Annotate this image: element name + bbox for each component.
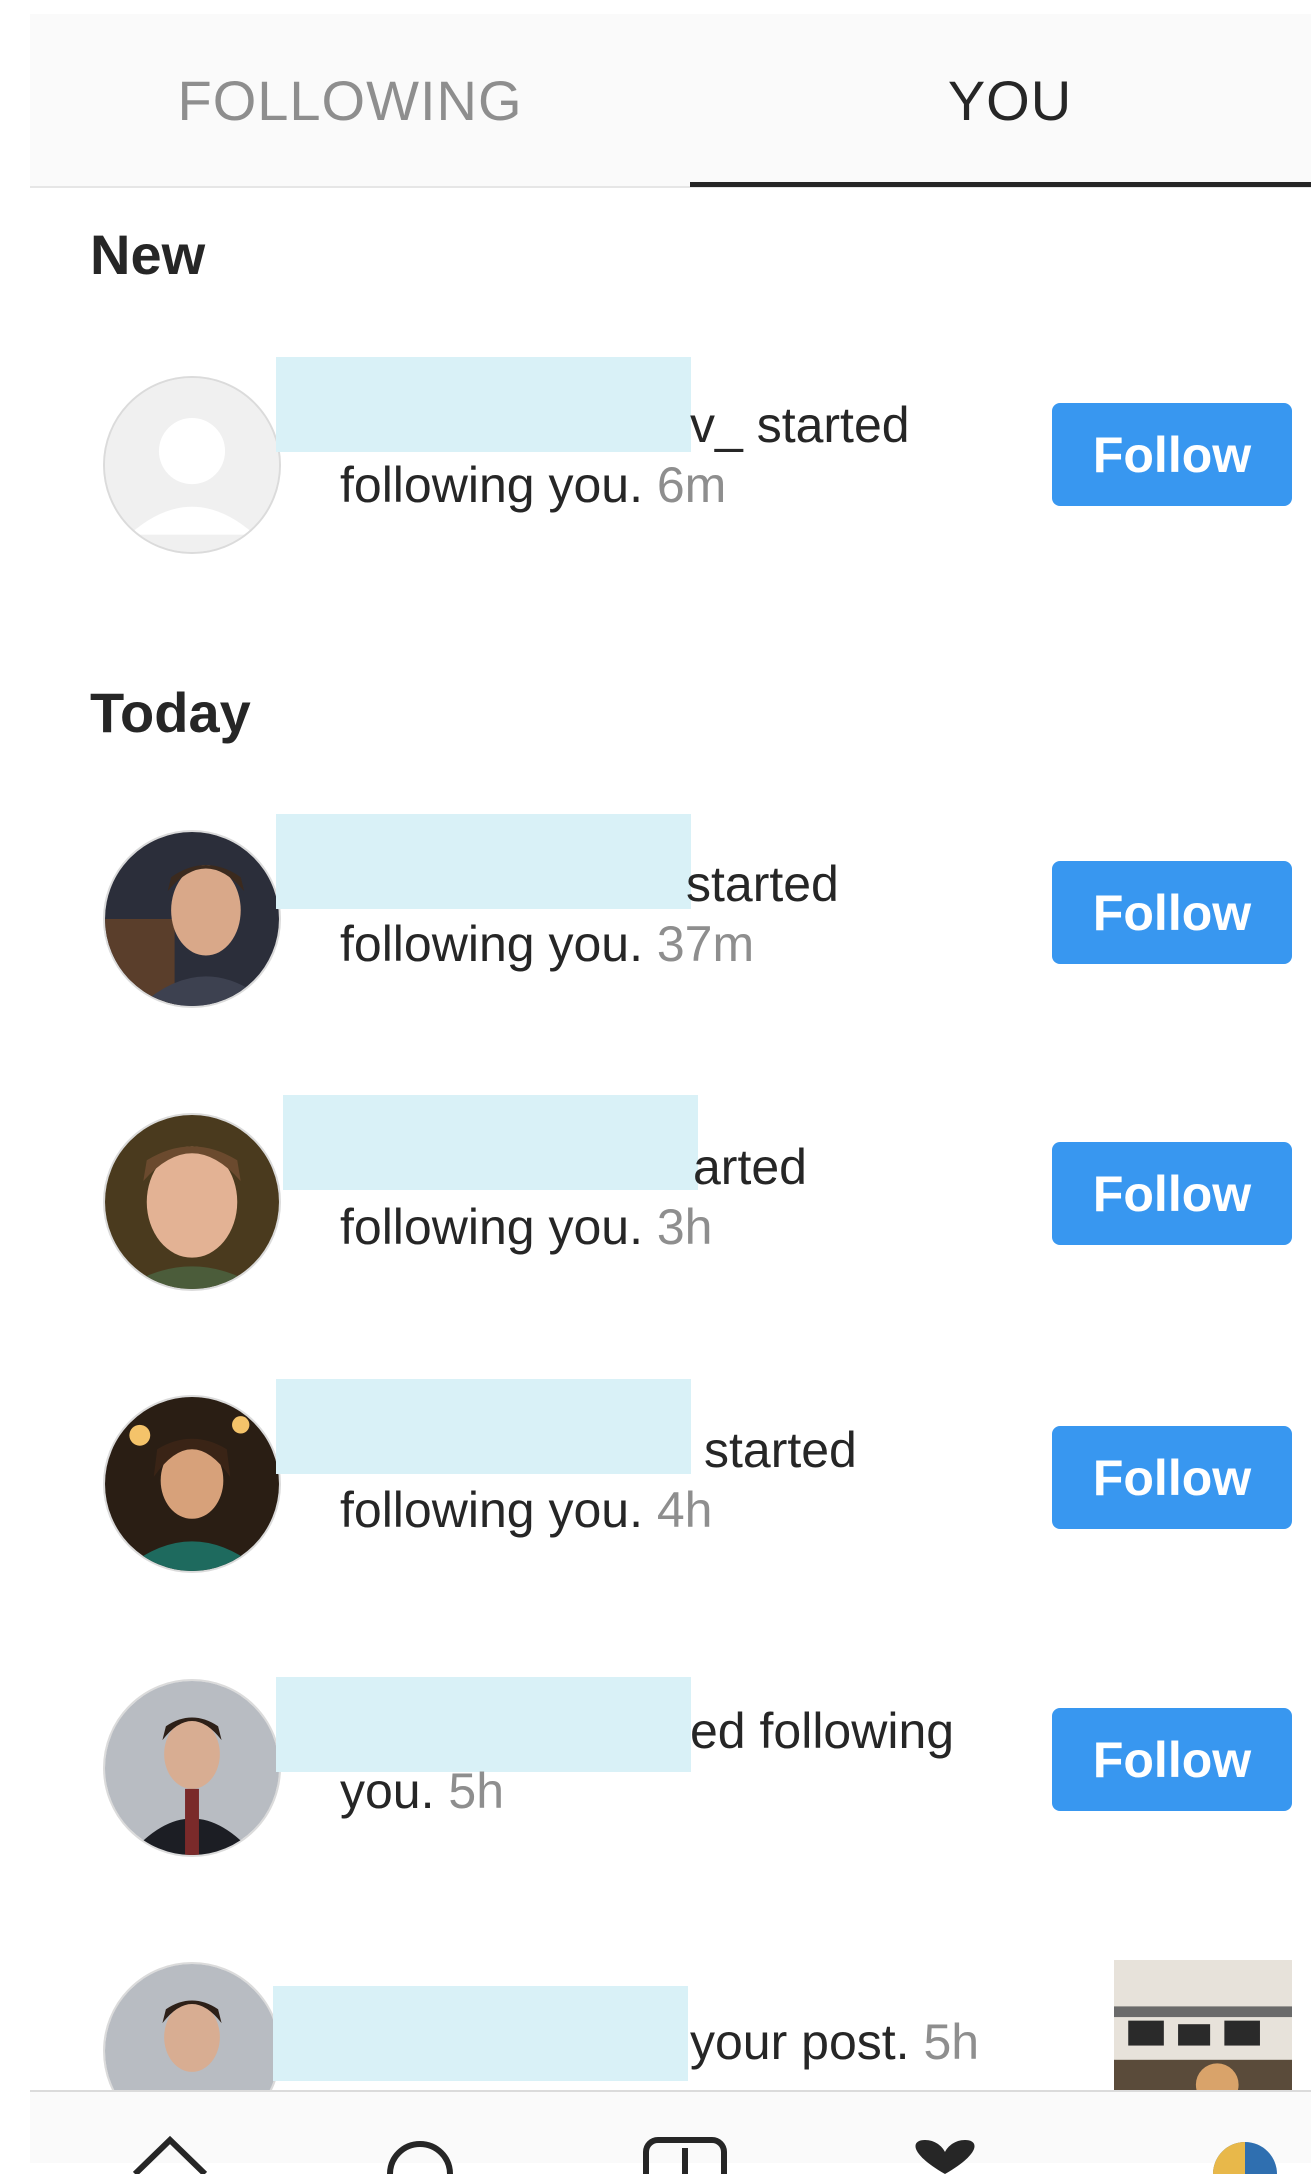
follow-button[interactable]: Follow	[1052, 1426, 1292, 1529]
add-post-icon[interactable]	[640, 2134, 730, 2179]
notification-row[interactable]: v_ started following you. 6m Follow	[0, 357, 1311, 570]
section-title-today: Today	[90, 681, 251, 744]
redacted-username	[276, 1677, 691, 1772]
notification-text-line2: following you. 6m	[340, 457, 727, 513]
home-icon[interactable]	[125, 2134, 215, 2177]
activity-tabs: FOLLOWING YOU	[30, 14, 1311, 188]
notification-time: 3h	[656, 1199, 713, 1255]
user-avatar[interactable]	[103, 1962, 281, 2090]
notification-row[interactable]: started following you. 37m Follow	[0, 814, 1311, 1030]
tab-you[interactable]: YOU	[690, 14, 1311, 186]
tab-active-indicator	[690, 182, 1311, 187]
notification-row[interactable]: started following you. 4h Follow	[0, 1379, 1311, 1595]
redacted-username	[273, 1986, 688, 2081]
notification-row[interactable]: ed following you. 5h Follow	[0, 1677, 1311, 1879]
notification-text-line1: started	[686, 856, 839, 912]
notification-text-line2: following you. 4h	[340, 1482, 713, 1538]
notification-text-line1: ed following	[690, 1703, 955, 1759]
section-title-new: New	[90, 223, 206, 286]
notification-row[interactable]: arted following you. 3h Follow	[0, 1095, 1311, 1313]
redacted-username	[276, 814, 691, 909]
search-icon[interactable]	[375, 2134, 465, 2179]
user-avatar[interactable]	[103, 1679, 281, 1857]
notification-row[interactable]: your post. 5h	[0, 1960, 1311, 2090]
heart-icon[interactable]	[900, 2134, 990, 2174]
notification-time: 5h	[923, 2014, 980, 2070]
follow-button[interactable]: Follow	[1052, 861, 1292, 964]
redacted-username	[276, 1379, 691, 1474]
follow-button[interactable]: Follow	[1052, 1142, 1292, 1245]
post-thumbnail[interactable]	[1114, 1960, 1292, 2090]
redacted-username	[283, 1095, 698, 1190]
user-avatar[interactable]	[103, 830, 281, 1008]
notification-time: 4h	[656, 1482, 713, 1538]
user-avatar[interactable]	[103, 1395, 281, 1573]
default-avatar-icon[interactable]	[103, 376, 281, 554]
notification-text-line2: following you. 37m	[340, 916, 755, 972]
notification-text-line1: your post. 5h	[690, 2014, 980, 2070]
notification-time: 5h	[448, 1763, 505, 1819]
notification-text-line2: you. 5h	[340, 1763, 505, 1819]
notification-text-line1: v_ started	[690, 397, 910, 453]
profile-avatar-icon[interactable]	[1200, 2134, 1290, 2179]
bottom-navigation	[30, 2090, 1311, 2179]
follow-button[interactable]: Follow	[1052, 403, 1292, 506]
notification-text-line1: arted	[693, 1139, 807, 1195]
user-avatar[interactable]	[103, 1113, 281, 1291]
notification-time: 6m	[656, 457, 727, 513]
tab-following[interactable]: FOLLOWING	[30, 14, 670, 186]
notification-text-line1: started	[704, 1422, 857, 1478]
notification-text-line2: following you. 3h	[340, 1199, 713, 1255]
redacted-username	[276, 357, 691, 452]
follow-button[interactable]: Follow	[1052, 1708, 1292, 1811]
notification-time: 37m	[656, 916, 755, 972]
